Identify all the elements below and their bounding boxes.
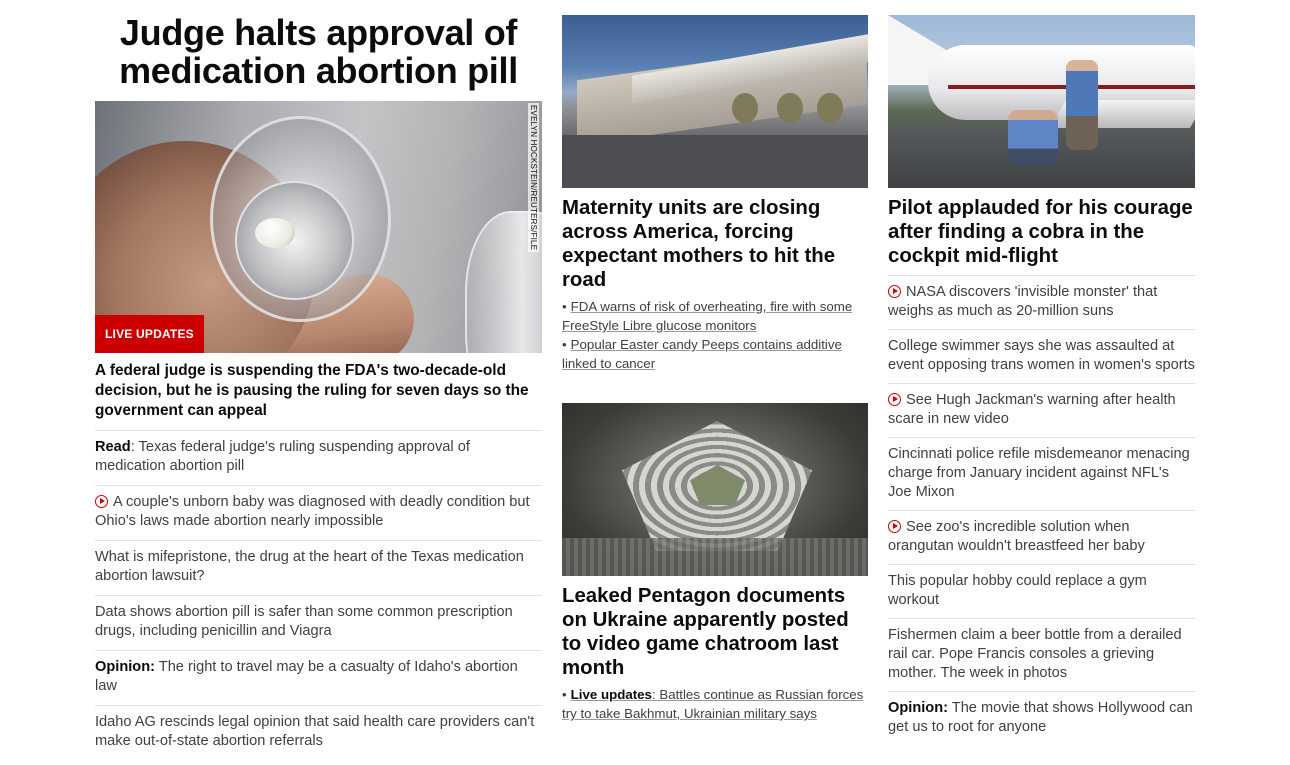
subheadline-link[interactable]: Live updates: Battles continue as Russia…: [562, 687, 863, 721]
list-item[interactable]: Opinion: The right to travel may be a ca…: [95, 650, 542, 705]
abortion-pill-image[interactable]: EVELYN HOCKSTEIN/REUTERS/FILE LIVE UPDAT…: [95, 101, 542, 353]
play-video-icon: [888, 393, 901, 406]
play-video-icon: [888, 520, 901, 533]
play-video-icon: [95, 495, 108, 508]
list-item[interactable]: Data shows abortion pill is safer than s…: [95, 595, 542, 650]
lead-summary[interactable]: A federal judge is suspending the FDA's …: [95, 361, 542, 421]
list-item[interactable]: Opinion: The movie that shows Hollywood …: [888, 691, 1195, 745]
list-item[interactable]: See zoo's incredible solution when orang…: [888, 510, 1195, 564]
plane-image[interactable]: [888, 15, 1195, 188]
middle-column: Maternity units are closing across Ameri…: [562, 0, 868, 723]
list-item[interactable]: Fishermen claim a beer bottle from a der…: [888, 618, 1195, 691]
pilot-cobra-headline[interactable]: Pilot applauded for his courage after fi…: [888, 196, 1195, 268]
list-item[interactable]: A couple's unborn baby was diagnosed wit…: [95, 485, 542, 540]
list-item[interactable]: NASA discovers 'invisible monster' that …: [888, 275, 1195, 329]
list-item[interactable]: Idaho AG rescinds legal opinion that sai…: [95, 705, 542, 760]
story2-subheadline: • Live updates: Battles continue as Russi…: [562, 687, 864, 721]
list-item[interactable]: See Hugh Jackman's warning after health …: [888, 383, 1195, 437]
live-updates-badge[interactable]: LIVE UPDATES: [95, 315, 204, 353]
image-credit: EVELYN HOCKSTEIN/REUTERS/FILE: [528, 103, 539, 253]
list-item[interactable]: College swimmer says she was assaulted a…: [888, 329, 1195, 383]
subheadline-link[interactable]: FDA warns of risk of overheating, fire w…: [562, 299, 852, 333]
list-item[interactable]: Cincinnati police refile misdemeanor men…: [888, 437, 1195, 510]
list-item[interactable]: This popular hobby could replace a gym w…: [888, 564, 1195, 618]
related-list-left: Read: Texas federal judge's ruling suspe…: [95, 430, 542, 760]
play-video-icon: [888, 285, 901, 298]
story1-subheadlines: • FDA warns of risk of overheating, fire …: [562, 299, 853, 371]
health-campus-image[interactable]: [562, 15, 868, 188]
list-item[interactable]: Read: Texas federal judge's ruling suspe…: [95, 430, 542, 485]
top-story-title[interactable]: Judge halts approval of medication abort…: [95, 14, 542, 90]
pentagon-headline[interactable]: Leaked Pentagon documents on Ukraine app…: [562, 584, 868, 680]
right-column: Pilot applauded for his courage after fi…: [888, 0, 1195, 745]
subheadline-link[interactable]: Popular Easter candy Peeps contains addi…: [562, 337, 842, 371]
pentagon-image[interactable]: [562, 403, 868, 576]
list-item[interactable]: What is mifepristone, the drug at the he…: [95, 540, 542, 595]
maternity-headline[interactable]: Maternity units are closing across Ameri…: [562, 196, 868, 292]
left-column: Judge halts approval of medication abort…: [95, 0, 542, 760]
related-list-right: NASA discovers 'invisible monster' that …: [888, 275, 1195, 745]
